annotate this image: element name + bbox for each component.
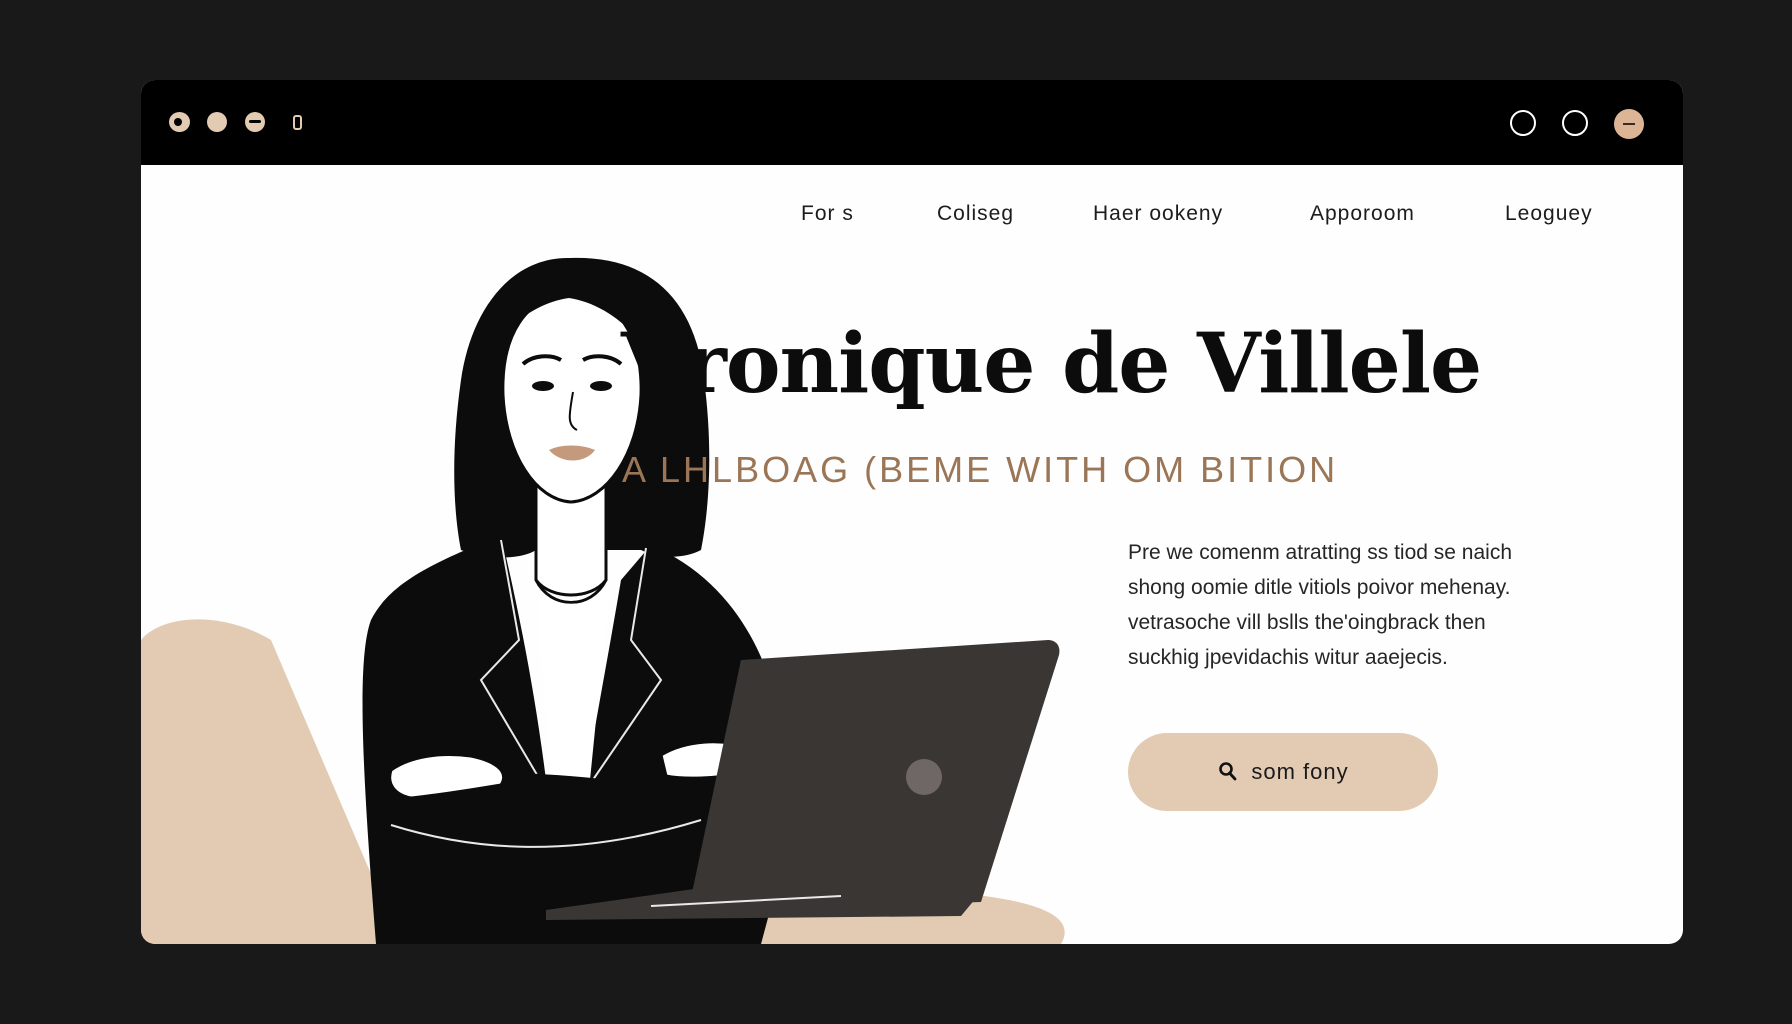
search-icon — [1219, 762, 1237, 781]
description-line: suckhig jpevidachis witur aaejecis. — [1128, 646, 1448, 669]
left-eye-shape — [532, 381, 554, 391]
cta-label: som fony — [1251, 759, 1349, 784]
nav-item-5[interactable]: Leoguey — [1505, 202, 1593, 226]
nav-item-2[interactable]: Coliseg — [937, 202, 1014, 226]
hero-title: Vronique de Villele — [621, 316, 1482, 412]
description-line: vetrasoche vill bslls the'oingbrack then — [1128, 611, 1486, 634]
hero-illustration — [141, 257, 1065, 944]
hero-subtitle: A LHLBOAG (BEME WITH OM BITION — [622, 449, 1339, 490]
laptop-logo-shape — [906, 759, 942, 795]
hero-description: Pre we comenm atratting ss tiod se naich… — [1128, 535, 1598, 675]
right-eye-shape — [590, 381, 612, 391]
browser-window: For s Coliseg Haer ookeny Apporoom Leogu… — [141, 80, 1683, 944]
nav-item-1[interactable]: For s — [801, 202, 854, 226]
nav-item-3[interactable]: Haer ookeny — [1093, 202, 1223, 226]
nav-item-4[interactable]: Apporoom — [1310, 202, 1415, 226]
laptop-screen-shape — [688, 640, 1060, 912]
description-line: Pre we comenm atratting ss tiod se naich — [1128, 541, 1513, 564]
cta-button[interactable]: som fony — [1128, 733, 1438, 811]
background-blob-shape — [141, 619, 401, 944]
description-line: shong oomie ditle vitiols poivor mehenay… — [1128, 576, 1511, 599]
